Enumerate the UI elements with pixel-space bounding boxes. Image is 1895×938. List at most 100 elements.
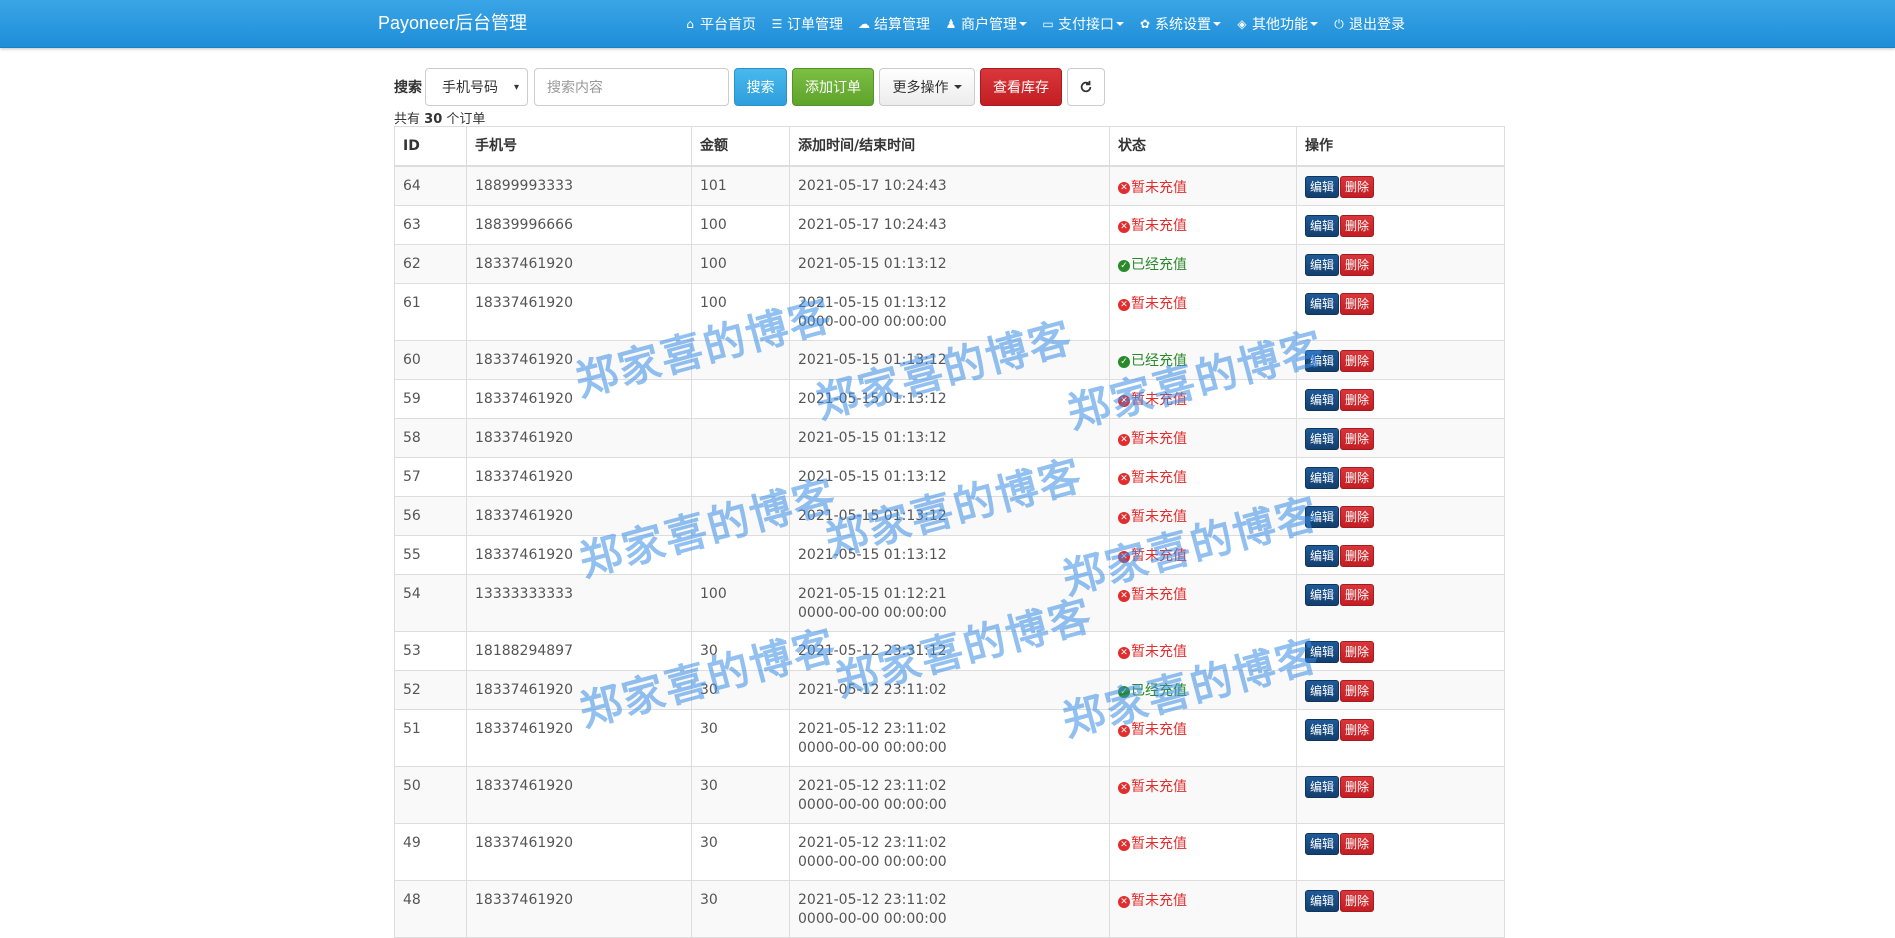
table-row: 63 18839996666 100 2021-05-17 10:24:43 ✕ 暂未充值… [394, 204, 1505, 245]
cell-amount: 100 [691, 573, 790, 632]
delete-button[interactable]: 删除 [1340, 466, 1375, 489]
cell-amount: 101 [691, 165, 790, 206]
cell-phone: 18188294897 [466, 630, 692, 671]
search-button[interactable]: 搜索 [734, 68, 787, 106]
search-input[interactable]: 搜索内容 [534, 68, 729, 106]
table-row: 48 18337461920 30 2021-05-12 23:11:02 0000-0… [394, 879, 1505, 938]
delete-button[interactable]: 删除 [1340, 427, 1375, 450]
cell-phone: 18337461920 [466, 378, 692, 419]
delete-button[interactable]: 删除 [1340, 718, 1375, 741]
delete-button[interactable]: 删除 [1340, 292, 1375, 315]
added-time: 2021-05-12 23:11:02 [798, 681, 947, 698]
end-time: 0000-00-00 00:00:00 [798, 796, 947, 813]
nav-item-3[interactable]: ♟ 商户管理 [944, 14, 1027, 34]
edit-button[interactable]: 编辑 [1305, 775, 1340, 798]
edit-button[interactable]: 编辑 [1305, 214, 1340, 237]
added-time: 2021-05-17 10:24:43 [798, 216, 947, 233]
delete-button[interactable]: 删除 [1340, 544, 1375, 567]
edit-button[interactable]: 编辑 [1305, 427, 1340, 450]
more-actions-label: 更多操作 [892, 80, 949, 96]
status-text: 暂未充值 [1131, 296, 1187, 312]
status-badge: ✕ 暂未充值 [1118, 835, 1187, 854]
cell-phone: 18337461920 [466, 879, 692, 938]
check-circle-icon: ✓ [1118, 259, 1130, 272]
cell-id: 62 [394, 243, 467, 284]
cell-amount: 30 [691, 879, 790, 938]
nav-item-6[interactable]: ◈ 其他功能 [1235, 14, 1318, 34]
edit-button[interactable]: 编辑 [1305, 718, 1340, 741]
cell-status: ✕ 暂未充值 [1109, 765, 1297, 824]
cell-id: 52 [394, 669, 467, 710]
cell-status: ✕ 暂未充值 [1109, 879, 1297, 938]
table-row: 55 18337461920 2021-05-15 01:13:12 ✕ 暂未充值 编辑删… [394, 534, 1505, 575]
x-circle-icon: ✕ [1118, 838, 1130, 851]
table-row: 51 18337461920 30 2021-05-12 23:11:02 0000-0… [394, 708, 1505, 767]
cell-time: 2021-05-17 10:24:43 [789, 165, 1110, 206]
edit-button[interactable]: 编辑 [1305, 679, 1340, 702]
edit-button[interactable]: 编辑 [1305, 253, 1340, 276]
search-field-select[interactable]: 手机号码 ▾ [425, 68, 528, 106]
cell-actions: 编辑 删除 [1296, 879, 1505, 938]
edit-button[interactable]: 编辑 [1305, 388, 1340, 411]
cell-time: 2021-05-12 23:31:12 [789, 630, 1110, 671]
edit-button[interactable]: 编辑 [1305, 505, 1340, 528]
edit-button[interactable]: 编辑 [1305, 889, 1340, 912]
status-text: 暂未充值 [1131, 470, 1187, 486]
top-navbar: Payoneer后台管理 ⌂ 平台首页 ☰ 订单管理 ☁ 结算管理 ♟ 商户管理 ▭ 支付接口 ✿ 系… [0, 0, 1895, 48]
view-stock-button[interactable]: 查看库存 [980, 68, 1062, 106]
edit-button[interactable]: 编辑 [1305, 292, 1340, 315]
edit-button[interactable]: 编辑 [1305, 583, 1340, 606]
nav-item-0[interactable]: ⌂ 平台首页 [683, 14, 756, 34]
delete-button[interactable]: 删除 [1340, 583, 1375, 606]
nav-item-label: 其他功能 [1252, 17, 1308, 33]
x-circle-icon: ✕ [1118, 472, 1130, 485]
status-badge: ✕ 暂未充值 [1118, 778, 1187, 797]
added-time: 2021-05-15 01:13:12 [798, 546, 947, 563]
cell-time: 2021-05-17 10:24:43 [789, 204, 1110, 245]
delete-button[interactable]: 删除 [1340, 679, 1375, 702]
nav-item-5[interactable]: ✿ 系统设置 [1138, 14, 1221, 34]
nav-item-2[interactable]: ☁ 结算管理 [857, 14, 930, 34]
nav-item-1[interactable]: ☰ 订单管理 [770, 14, 843, 34]
cell-amount [691, 495, 790, 536]
nav-item-7[interactable]: ⏻ 退出登录 [1332, 14, 1405, 34]
delete-button[interactable]: 删除 [1340, 176, 1375, 198]
add-order-button[interactable]: 添加订单 [792, 68, 874, 106]
cell-actions: 编辑 删除 [1296, 495, 1505, 536]
cell-amount: 100 [691, 282, 790, 341]
nav-item-4[interactable]: ▭ 支付接口 [1041, 14, 1124, 34]
status-badge: ✕ 暂未充值 [1118, 217, 1187, 236]
status-badge: ✕ 暂未充值 [1118, 295, 1187, 314]
delete-button[interactable]: 删除 [1340, 253, 1375, 276]
edit-button[interactable]: 编辑 [1305, 544, 1340, 567]
added-time: 2021-05-15 01:13:12 [798, 429, 947, 446]
x-circle-icon: ✕ [1118, 781, 1130, 794]
x-circle-icon: ✕ [1118, 511, 1130, 524]
delete-button[interactable]: 删除 [1340, 349, 1375, 372]
cell-status: ✕ 暂未充值 [1109, 282, 1297, 341]
cell-phone: 18839996666 [466, 204, 692, 245]
delete-button[interactable]: 删除 [1340, 214, 1375, 237]
x-circle-icon: ✕ [1118, 550, 1130, 563]
cell-status: ✕ 暂未充值 [1109, 165, 1297, 206]
delete-button[interactable]: 删除 [1340, 505, 1375, 528]
edit-button[interactable]: 编辑 [1305, 640, 1340, 663]
delete-button[interactable]: 删除 [1340, 889, 1375, 912]
delete-button[interactable]: 删除 [1340, 640, 1375, 663]
cell-phone: 18337461920 [466, 339, 692, 380]
delete-button[interactable]: 删除 [1340, 775, 1375, 798]
delete-button[interactable]: 删除 [1340, 388, 1375, 411]
caret-down-icon [1310, 22, 1318, 26]
brand-title[interactable]: Payoneer后台管理 [378, 11, 527, 35]
cell-id: 61 [394, 282, 467, 341]
status-text: 已经充值 [1131, 683, 1187, 699]
edit-button[interactable]: 编辑 [1305, 466, 1340, 489]
refresh-button[interactable] [1067, 68, 1105, 106]
edit-button[interactable]: 编辑 [1305, 832, 1340, 855]
x-circle-icon: ✕ [1118, 724, 1130, 737]
cell-phone: 18337461920 [466, 765, 692, 824]
more-actions-button[interactable]: 更多操作 [879, 68, 975, 106]
edit-button[interactable]: 编辑 [1305, 176, 1340, 198]
delete-button[interactable]: 删除 [1340, 832, 1375, 855]
edit-button[interactable]: 编辑 [1305, 349, 1340, 372]
